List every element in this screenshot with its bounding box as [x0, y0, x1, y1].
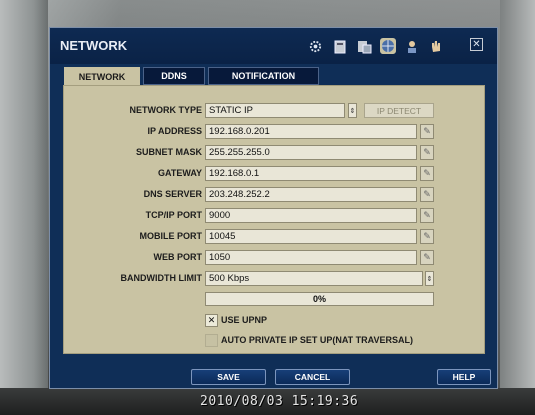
subnet-mask-edit-icon[interactable]: ✎ — [420, 145, 434, 160]
network-type-label: NETWORK TYPE — [129, 105, 202, 115]
background-pole — [0, 0, 48, 415]
web-port-edit-icon[interactable]: ✎ — [420, 250, 434, 265]
use-upnp-checkbox[interactable]: ✕ — [205, 314, 218, 327]
help-button[interactable]: HELP — [437, 369, 491, 385]
user-icon[interactable] — [404, 38, 420, 54]
auto-private-ip-label: AUTO PRIVATE IP SET UP(NAT TRAVERSAL) — [221, 335, 414, 345]
network-icon[interactable] — [380, 38, 396, 54]
mobile-port-label: MOBILE PORT — [139, 231, 203, 241]
ip-address-edit-icon[interactable]: ✎ — [420, 124, 434, 139]
use-upnp-label: USE UPNP — [221, 315, 268, 325]
camera-timestamp: 2010/08/03 15:19:36 — [200, 394, 359, 409]
mobile-port-edit-icon[interactable]: ✎ — [420, 229, 434, 244]
mobile-port-field[interactable]: 10045 — [205, 229, 417, 244]
bandwidth-limit-label: BANDWIDTH LIMIT — [120, 273, 202, 283]
close-icon[interactable]: ✕ — [470, 38, 483, 51]
network-type-select[interactable]: STATIC IP — [205, 103, 345, 118]
dns-server-edit-icon[interactable]: ✎ — [420, 187, 434, 202]
record-icon[interactable] — [356, 38, 372, 54]
web-port-field[interactable]: 1050 — [205, 250, 417, 265]
web-port-label: WEB PORT — [153, 252, 203, 262]
tab-network[interactable]: NETWORK — [64, 67, 140, 86]
tcpip-port-field[interactable]: 9000 — [205, 208, 417, 223]
gear-icon[interactable] — [307, 38, 323, 54]
gateway-field[interactable]: 192.168.0.1 — [205, 166, 417, 181]
tab-ddns[interactable]: DDNS — [143, 67, 205, 85]
cancel-button[interactable]: CANCEL — [275, 369, 350, 385]
background-wall — [500, 0, 535, 415]
bandwidth-limit-select[interactable]: 500 Kbps — [205, 271, 423, 286]
subnet-mask-label: SUBNET MASK — [135, 147, 202, 157]
window-titlebar: NETWORK ✕ — [50, 28, 497, 64]
ip-detect-button[interactable]: IP DETECT — [364, 103, 434, 118]
auto-private-ip-checkbox[interactable] — [205, 334, 218, 347]
window-title: NETWORK — [60, 38, 128, 53]
subnet-mask-field[interactable]: 255.255.255.0 — [205, 145, 417, 160]
gateway-edit-icon[interactable]: ✎ — [420, 166, 434, 181]
tab-notification[interactable]: NOTIFICATION — [208, 67, 319, 85]
network-type-spin[interactable]: ⇕ — [348, 103, 357, 118]
ip-address-field[interactable]: 192.168.0.201 — [205, 124, 417, 139]
ip-address-label: IP ADDRESS — [147, 126, 202, 136]
hand-icon[interactable] — [428, 38, 444, 54]
tcpip-port-label: TCP/IP PORT — [145, 210, 202, 220]
gateway-label: GATEWAY — [157, 168, 202, 178]
network-settings-panel: NETWORK TYPE STATIC IP ⇕ IP DETECT IP AD… — [63, 85, 485, 354]
tcpip-port-edit-icon[interactable]: ✎ — [420, 208, 434, 223]
progress-bar: 0% — [205, 292, 434, 306]
save-button[interactable]: SAVE — [191, 369, 266, 385]
dns-server-field[interactable]: 203.248.252.2 — [205, 187, 417, 202]
progress-text: 0% — [312, 294, 326, 304]
network-settings-window: NETWORK ✕ NETWORK DDNS NOTIFICATION NETW… — [49, 27, 498, 389]
disk-icon[interactable] — [332, 38, 348, 54]
bandwidth-limit-spin[interactable]: ⇕ — [425, 271, 434, 286]
dns-server-label: DNS SERVER — [143, 189, 202, 199]
